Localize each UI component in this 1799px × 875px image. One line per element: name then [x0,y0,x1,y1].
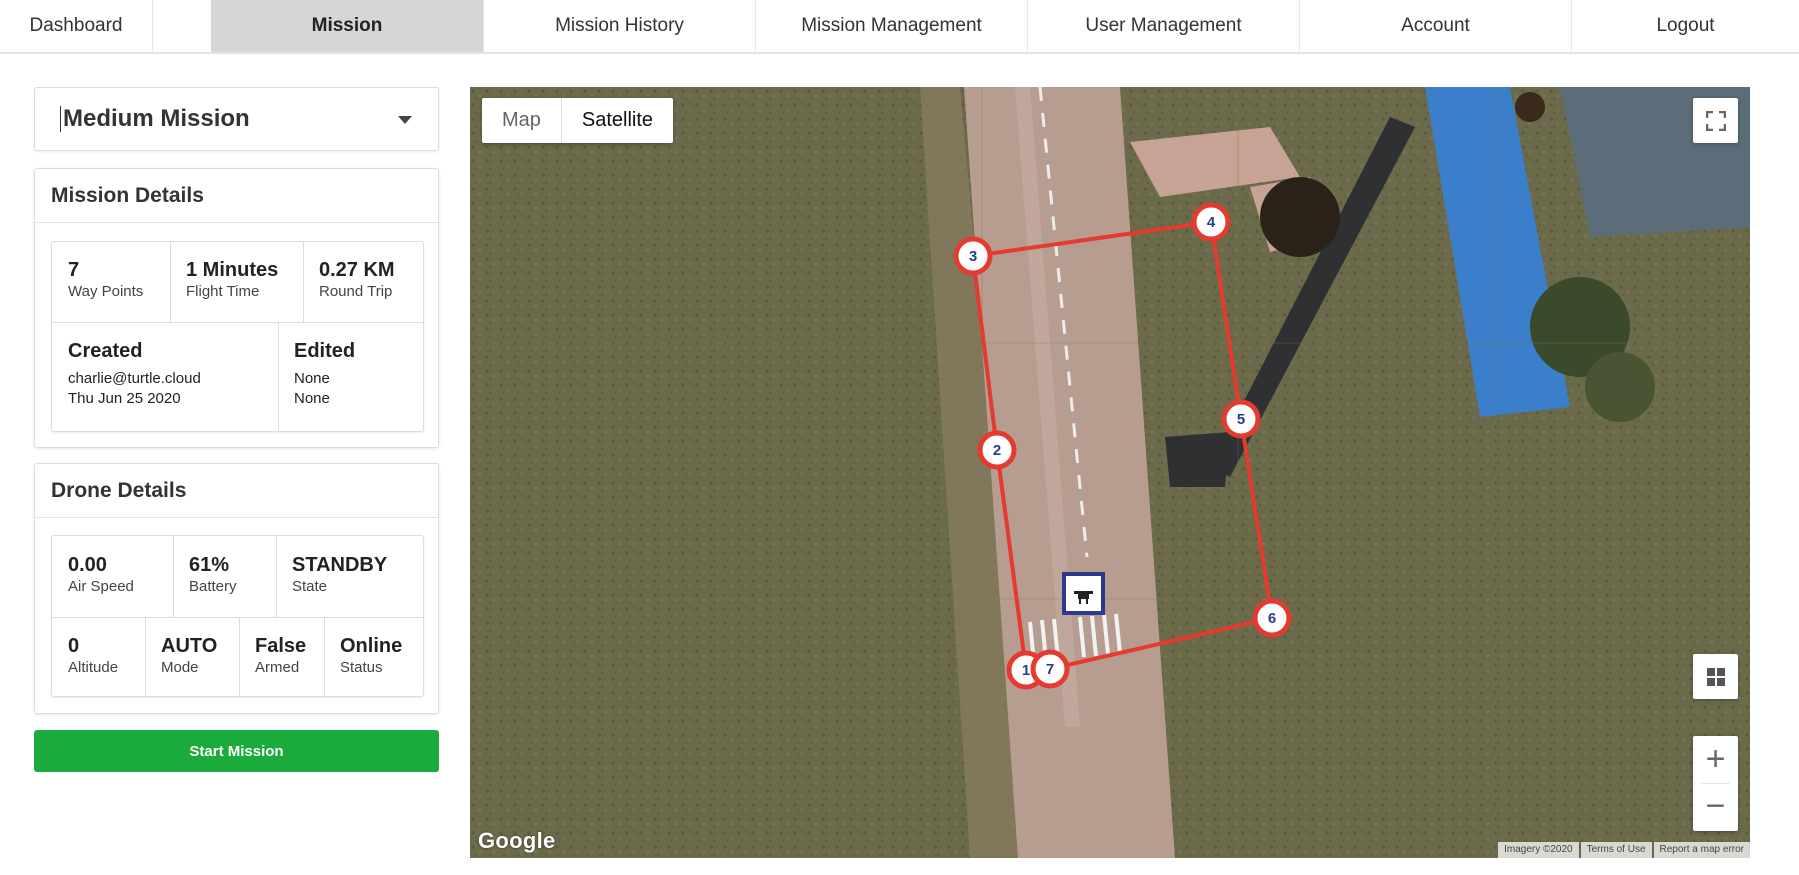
created-info: Created charlie@turtle.cloud Thu Jun 25 … [52,339,201,409]
mode-value: AUTO [161,635,218,657]
altitude-stat: 0 Altitude [52,634,118,678]
waypoints-value: 7 [68,259,80,281]
edited-user: None [294,370,330,387]
waypoint-5-label: 5 [1237,411,1245,428]
mission-details-card: Mission Details 7 Way Points 1 Minutes F… [34,168,439,448]
flight-time-value: 1 Minutes [186,259,279,281]
mission-select[interactable]: Medium Mission [34,87,439,151]
waypoint-4-label: 4 [1207,214,1216,231]
waypoint-7-label: 7 [1046,661,1054,678]
start-mission-button[interactable]: Start Mission [34,730,439,772]
report-map-error-link[interactable]: Report a map error [1653,842,1750,858]
nav-logout[interactable]: Logout [1572,0,1799,52]
status-stat: Online Status [324,634,402,678]
edited-date: None [294,390,330,407]
status-value: Online [340,635,403,657]
waypoint-3-label: 3 [969,248,977,265]
state-stat: STANDBY State [276,553,387,597]
waypoint-1-label: 1 [1022,662,1030,679]
mode-stat: AUTO Mode [145,634,217,678]
map-type-map-button[interactable]: Map [482,98,562,143]
satellite-map[interactable]: 1 2 3 4 5 6 7 Map Satellite + − Google I… [470,87,1750,858]
chevron-down-icon[interactable] [398,116,412,124]
text-cursor [60,106,61,132]
divider [52,322,423,323]
map-attribution: Imagery ©2020 Terms of Use Report a map … [1496,842,1750,858]
created-label: Created [68,340,143,362]
armed-value: False [255,635,307,657]
waypoint-7-marker[interactable]: 7 [1030,649,1070,689]
air-speed-stat: 0.00 Air Speed [52,553,134,597]
state-label: State [292,578,328,595]
grid-icon [1706,667,1725,686]
round-trip-value: 0.27 KM [319,259,395,281]
status-label: Status [340,659,383,676]
drone-icon[interactable] [1062,572,1105,615]
drone-details-grid: 0.00 Air Speed 61% Battery STANDBY State… [51,535,424,698]
battery-label: Battery [189,578,237,595]
nav-account[interactable]: Account [1300,0,1572,52]
map-type-satellite-button[interactable]: Satellite [562,98,673,143]
fullscreen-button[interactable] [1693,98,1738,143]
map-layers-button[interactable] [1693,654,1738,699]
nav-dashboard[interactable]: Dashboard [0,0,153,52]
waypoint-6-marker[interactable]: 6 [1252,598,1292,638]
waypoint-3-marker[interactable]: 3 [953,236,993,276]
air-speed-label: Air Speed [68,578,134,595]
fullscreen-icon [1705,110,1726,131]
armed-stat: False Armed [239,634,306,678]
waypoint-6-label: 6 [1268,610,1276,627]
flight-time-stat: 1 Minutes Flight Time [170,258,278,302]
nav-mission[interactable]: Mission [211,0,484,52]
mission-details-title: Mission Details [35,169,438,223]
battery-stat: 61% Battery [173,553,237,597]
zoom-in-button[interactable]: + [1693,736,1738,783]
created-date: Thu Jun 25 2020 [68,390,181,407]
nav-mission-history[interactable]: Mission History [484,0,756,52]
round-trip-label: Round Trip [319,283,393,300]
terms-of-use-link[interactable]: Terms of Use [1580,842,1652,858]
altitude-value: 0 [68,635,80,657]
zoom-out-button[interactable]: − [1693,783,1738,830]
drone-details-card: Drone Details 0.00 Air Speed 61% Battery… [34,463,439,714]
waypoint-2-marker[interactable]: 2 [977,430,1017,470]
drone-details-title: Drone Details [35,464,438,518]
flight-time-label: Flight Time [186,283,260,300]
nav-mission-management[interactable]: Mission Management [756,0,1028,52]
mission-select-value: Medium Mission [63,105,250,132]
top-nav: Dashboard Mission Mission History Missio… [0,0,1799,54]
mission-details-grid: 7 Way Points 1 Minutes Flight Time 0.27 … [51,241,424,433]
waypoint-5-marker[interactable]: 5 [1221,399,1261,439]
air-speed-value: 0.00 [68,554,107,576]
battery-value: 61% [189,554,230,576]
divider [1701,783,1730,784]
armed-label: Armed [255,659,300,676]
altitude-label: Altitude [68,659,119,676]
waypoint-4-marker[interactable]: 4 [1191,202,1231,242]
google-logo: Google [478,828,556,853]
nav-user-management[interactable]: User Management [1028,0,1300,52]
mode-label: Mode [161,659,199,676]
waypoints-label: Way Points [68,283,144,300]
state-value: STANDBY [292,554,388,576]
waypoint-2-label: 2 [993,442,1001,459]
zoom-control: + − [1693,736,1738,831]
divider [52,617,423,618]
imagery-credit: Imagery ©2020 [1498,842,1579,858]
edited-label: Edited [294,340,356,362]
round-trip-stat: 0.27 KM Round Trip [303,258,395,302]
created-user: charlie@turtle.cloud [68,370,201,387]
map-type-toggle: Map Satellite [482,98,674,143]
waypoints-stat: 7 Way Points [52,258,143,302]
edited-info: Edited None None [278,339,355,409]
route-line [970,219,1275,671]
mission-route-overlay: 1 2 3 4 5 6 7 [953,202,1292,690]
